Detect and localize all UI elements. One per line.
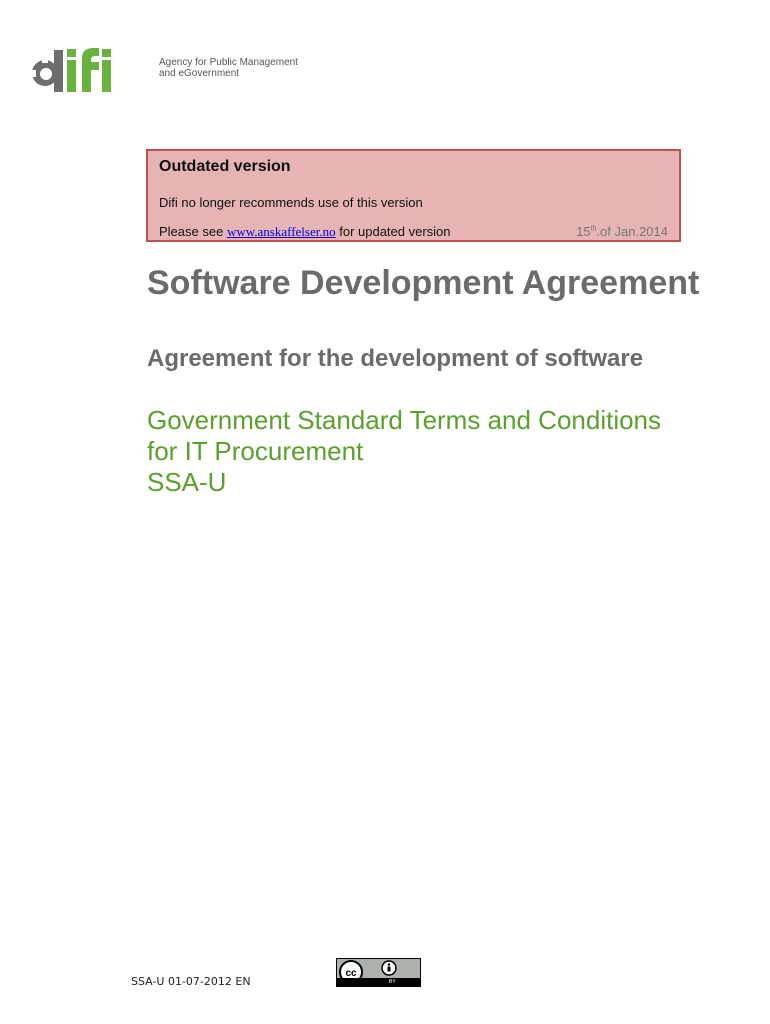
notice-date-day: 15	[576, 224, 591, 239]
notice-title: Outdated version	[159, 158, 291, 175]
footer-document-code: SSA-U 01-07-2012 EN	[131, 975, 251, 988]
difi-logo: Agency for Public Management and eGovern…	[30, 42, 298, 94]
notice-date: 15th.of Jan.2014	[576, 224, 668, 239]
logo-tagline-line2: and eGovernment	[159, 68, 240, 79]
document-subtitle: Agreement for the development of softwar…	[147, 345, 644, 372]
standard-line3: SSA-U	[147, 467, 227, 497]
logo-tagline-line1: Agency for Public Management	[159, 57, 298, 68]
standard-line1: Government Standard Terms and Conditions	[147, 405, 662, 435]
difi-logo-mark	[31, 48, 111, 92]
cc-by-strip	[337, 978, 420, 986]
logo-gear-d	[31, 50, 63, 92]
document-title: Software Development Agreement	[147, 264, 700, 302]
standard-heading: Government Standard Terms and Conditions…	[147, 405, 747, 498]
anskaffelser-link[interactable]: www.anskaffelser.no	[227, 224, 336, 239]
notice-message: Difi no longer recommends use of this ve…	[159, 195, 423, 210]
logo-tagline: Agency for Public Management and eGovern…	[159, 57, 309, 79]
notice-see-prefix: Please see	[159, 224, 227, 239]
outdated-notice-box: Outdated version Difi no longer recommen…	[146, 149, 681, 242]
cc-by-label: BY	[389, 979, 396, 985]
logo-letters-ifi	[67, 48, 111, 92]
notice-see-line: Please see www.anskaffelser.no for updat…	[159, 224, 451, 240]
standard-line2: for IT Procurement	[147, 436, 364, 466]
notice-date-rest: .of Jan.2014	[596, 224, 668, 239]
notice-see-suffix: for updated version	[335, 224, 451, 239]
creative-commons-by-icon: cc BY	[336, 958, 421, 987]
